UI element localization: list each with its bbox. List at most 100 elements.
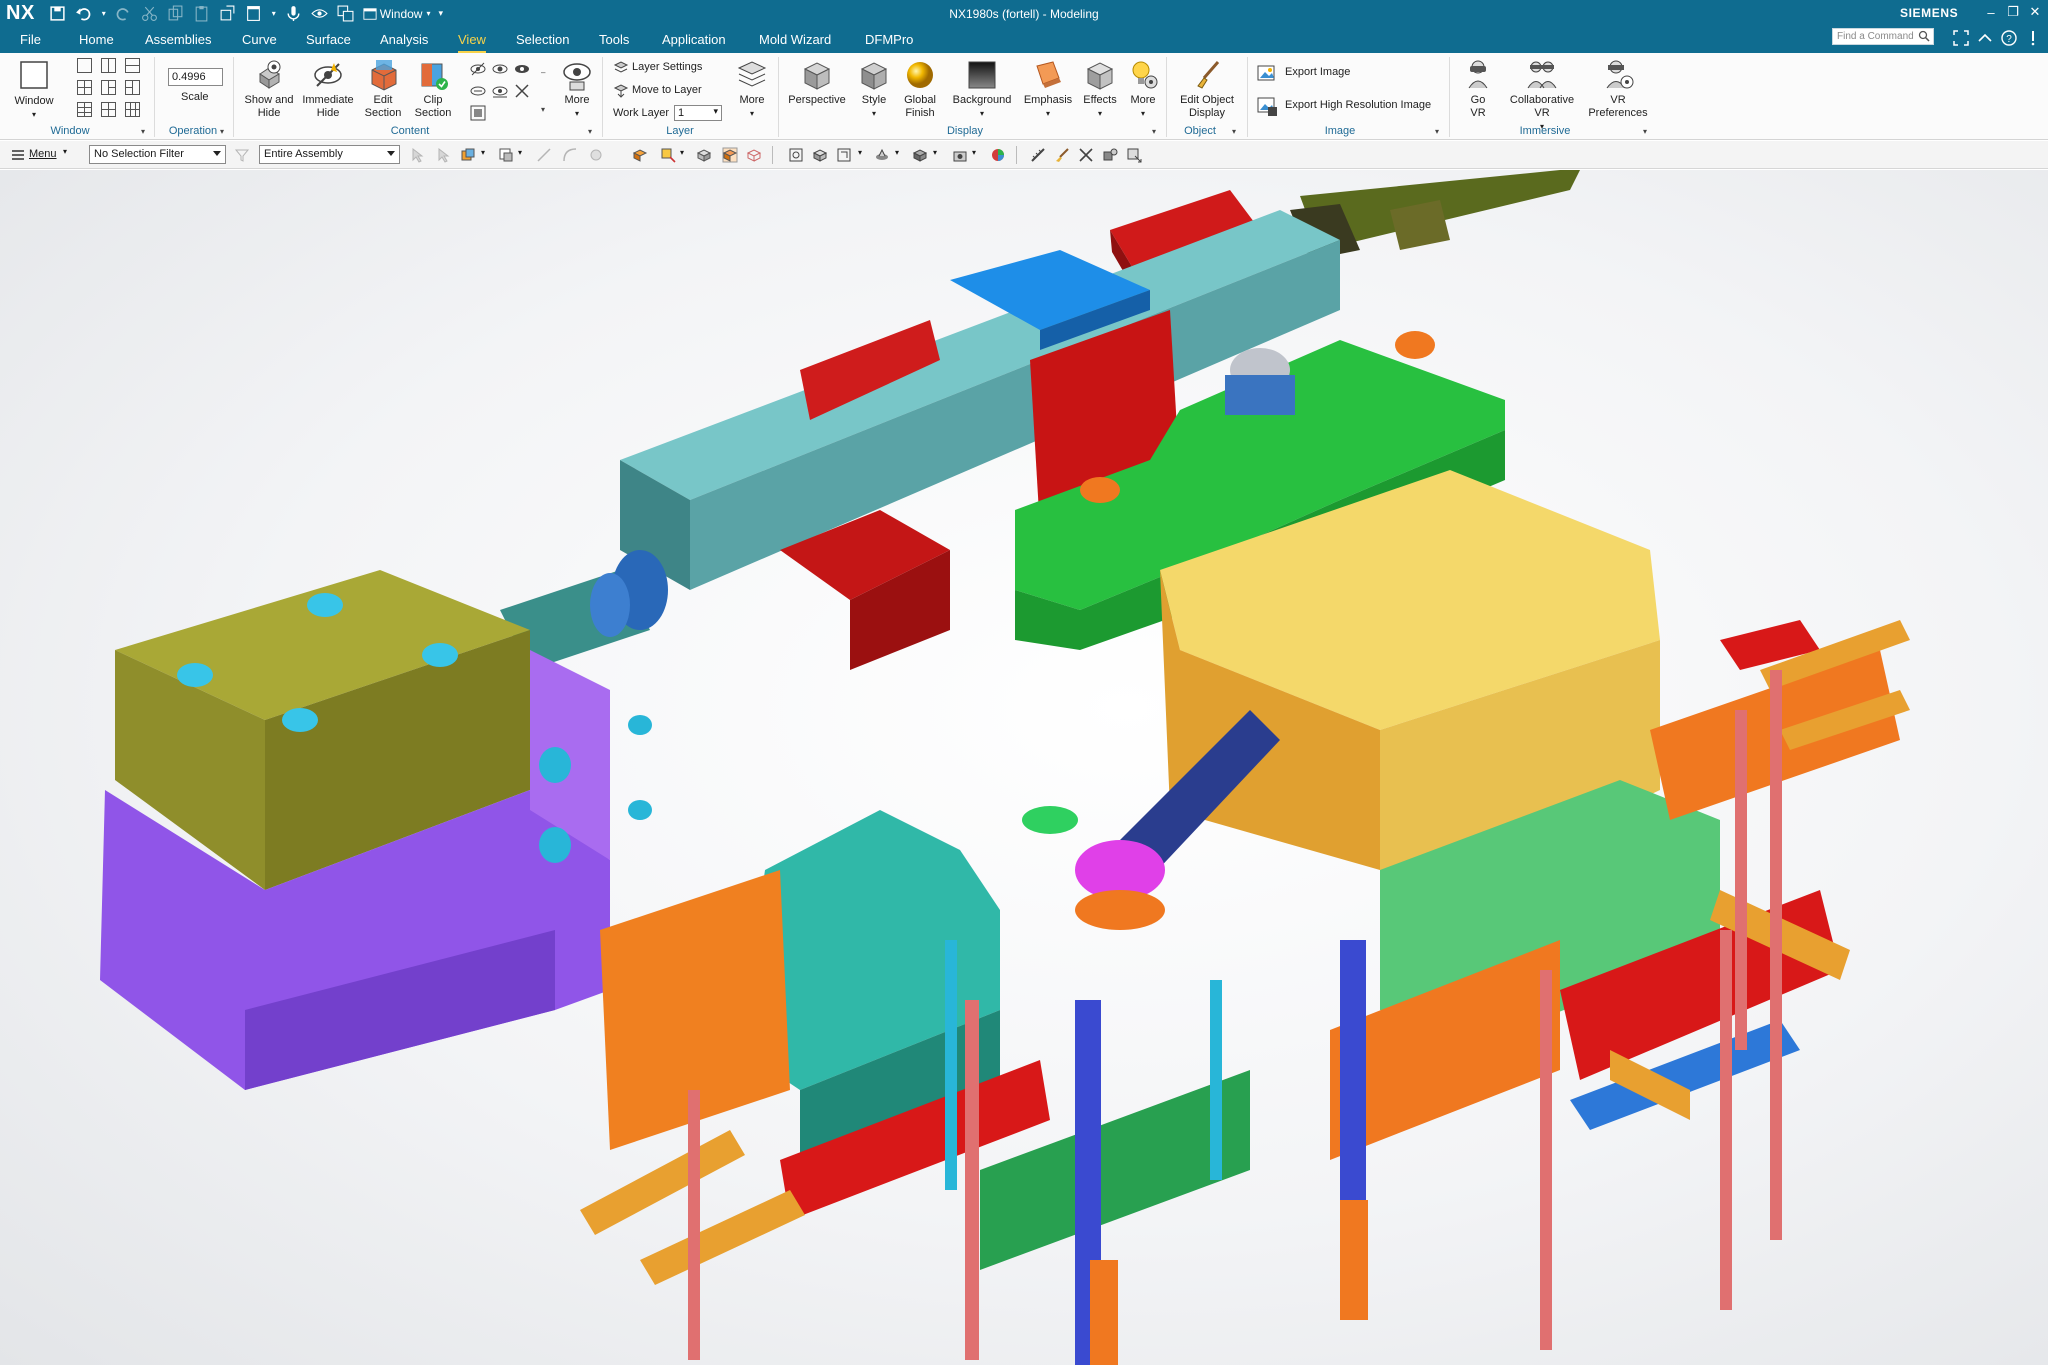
display-settings-icon[interactable] [990,147,1006,163]
camera-icon[interactable] [952,147,968,163]
tab-selection[interactable]: Selection [516,31,569,53]
copy-icon[interactable] [165,3,187,25]
orient-view-icon[interactable] [912,147,928,163]
highlight-hidden-icon[interactable] [632,147,648,163]
tab-tools[interactable]: Tools [599,31,629,53]
shaded-view-icon[interactable] [812,147,828,163]
immersive-group-caret-icon[interactable]: ▾ [1643,127,1647,136]
brush-icon[interactable] [1054,147,1070,163]
collapse-ribbon-icon[interactable] [1976,29,1994,47]
selection-filter-dropdown[interactable]: No Selection Filter [89,145,226,164]
layout-two-vertical-icon[interactable] [101,58,116,73]
select-faces-icon[interactable] [498,147,514,163]
emphasis-button[interactable]: Emphasis ▾ [1020,58,1076,120]
graphics-viewport[interactable] [0,170,2048,1365]
invert-visibility-icon[interactable] [470,83,486,99]
camera-caret-icon[interactable]: ▾ [972,148,976,157]
select-arcs-icon[interactable] [562,147,578,163]
view-orient-icon[interactable] [309,3,331,25]
selection-scope-dropdown[interactable]: Entire Assembly [259,145,400,164]
select-wire-icon[interactable] [746,147,762,163]
layout-three-right-icon[interactable] [125,80,140,95]
orient-caret-icon[interactable]: ▾ [933,148,937,157]
window-menu[interactable]: Window ▾ ▾ [363,7,443,21]
zoom-caret-icon[interactable]: ▾ [858,148,862,157]
content-group-caret-icon[interactable]: ▾ [588,127,592,136]
go-vr-button[interactable]: Go VR [1456,58,1500,120]
scale-input[interactable]: 0.4996 [168,68,223,86]
tab-surface[interactable]: Surface [306,31,351,53]
select-visible-icon[interactable] [470,105,486,121]
tab-home[interactable]: Home [79,31,114,53]
edit-section-button[interactable]: Edit Section [358,58,408,120]
show-and-hide-button[interactable]: Show and Hide [240,58,298,120]
minimize-icon[interactable]: – [1982,3,2000,21]
touch-dropdown-icon[interactable]: ▾ [269,3,279,25]
select-behind-icon[interactable] [696,147,712,163]
customize-qat-icon[interactable]: ▾ [439,8,444,19]
tab-file[interactable]: File [20,31,41,53]
zoom-region-icon[interactable] [836,147,852,163]
object-group-caret-icon[interactable]: ▾ [1232,127,1236,136]
immediate-hide-button[interactable]: Immediate Hide [298,58,358,120]
select-faces-caret-icon[interactable]: ▾ [518,148,522,157]
show-only-icon[interactable] [514,61,530,77]
undo-icon[interactable] [73,3,95,25]
save-icon[interactable] [47,3,69,25]
display-more-button[interactable]: More ▾ [1122,58,1164,120]
help-icon[interactable]: ? [2000,29,2018,47]
tab-dfmpro[interactable]: DFMPro [865,31,913,53]
layout-grid-icon[interactable] [101,102,116,117]
content-gallery-expand-icon[interactable]: ▾ [541,105,545,114]
layout-four-icon[interactable] [77,80,92,95]
menu-caret-icon[interactable]: ▾ [63,147,67,156]
hide-eye-icon[interactable] [470,61,486,77]
tab-application[interactable]: Application [662,31,726,53]
close-icon[interactable]: ✕ [2026,3,2044,21]
content-gallery-up-icon[interactable]: – [541,68,545,77]
undo-dropdown-icon[interactable]: ▾ [99,3,109,25]
select-lines-icon[interactable] [536,147,552,163]
switch-window-icon[interactable] [335,3,357,25]
select-orange-icon[interactable] [722,147,738,163]
layer-more-button[interactable]: More ▾ [730,58,774,120]
window-button[interactable]: Window ▾ [8,59,60,121]
tab-mold-wizard[interactable]: Mold Wizard [759,31,831,53]
move-component-icon[interactable] [1126,147,1142,163]
window-group-caret-icon[interactable]: ▾ [141,127,145,136]
rendering-style-icon[interactable] [874,147,890,163]
select-solid-icon[interactable] [588,147,604,163]
edit-object-display-button[interactable]: Edit Object Display [1172,58,1242,120]
layout-nine-icon[interactable] [125,102,140,117]
operation-group-caret-icon[interactable]: ▾ [220,127,224,136]
touch-mode-icon[interactable] [243,3,265,25]
display-group-caret-icon[interactable]: ▾ [1152,127,1156,136]
global-finish-button[interactable]: Global Finish [898,58,942,120]
microphone-icon[interactable] [283,3,305,25]
rendering-caret-icon[interactable]: ▾ [895,148,899,157]
work-layer-select[interactable]: 1 ▾ [674,105,722,121]
export-high-res-button[interactable]: Export High Resolution Image [1285,99,1431,111]
content-more-button[interactable]: More ▾ [555,58,599,120]
cross-icon[interactable] [1078,147,1094,163]
tab-view[interactable]: View [458,31,486,53]
layout-three-left-icon[interactable] [101,80,116,95]
background-button[interactable]: Background ▾ [946,58,1018,120]
hamburger-menu-icon[interactable] [10,147,26,163]
image-group-caret-icon[interactable]: ▾ [1435,127,1439,136]
show-eye-icon[interactable] [492,61,508,77]
tab-curve[interactable]: Curve [242,31,277,53]
show-all-icon[interactable] [492,83,508,99]
measure-icon[interactable] [1030,147,1046,163]
search-icon[interactable] [1918,30,1930,42]
collaborative-vr-button[interactable]: Collaborative VR ▾ [1502,58,1582,133]
export-image-button[interactable]: Export Image [1285,66,1350,78]
clip-section-button[interactable]: Clip Section [408,58,458,120]
perspective-button[interactable]: Perspective [784,58,850,107]
assembly-constraint-icon[interactable] [1102,147,1118,163]
layout-six-icon[interactable] [77,102,92,117]
restore-icon[interactable]: ❐ [2004,3,2022,21]
select-body-icon[interactable] [436,147,452,163]
tab-analysis[interactable]: Analysis [380,31,428,53]
layer-settings-button[interactable]: Layer Settings [632,61,702,73]
